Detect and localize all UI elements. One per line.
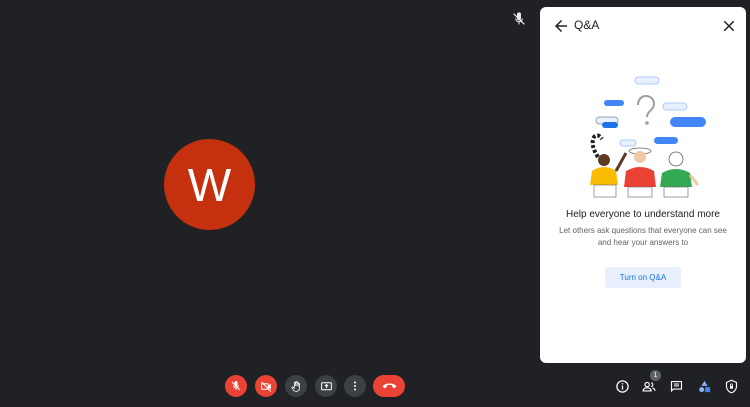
qa-illustration	[590, 76, 706, 198]
present-screen-button[interactable]	[315, 375, 337, 397]
host-controls-button[interactable]	[722, 377, 740, 395]
activities-button[interactable]	[695, 377, 713, 395]
back-arrow-icon[interactable]	[552, 17, 570, 35]
turn-on-qa-button[interactable]: Turn on Q&A	[605, 267, 681, 288]
avatar-initial: W	[187, 158, 232, 211]
chat-button[interactable]	[667, 377, 685, 395]
activities-icon	[698, 380, 710, 392]
help-description: Let others ask questions that everyone c…	[559, 226, 727, 247]
host-controls-icon	[725, 379, 737, 393]
mic-off-icon	[231, 381, 241, 391]
meeting-details-button[interactable]	[613, 377, 631, 395]
qa-panel: Q&A Help everyone to understand more Let…	[540, 7, 746, 363]
participant-avatar: W	[164, 139, 255, 230]
close-icon[interactable]	[720, 17, 738, 35]
mic-toggle-button[interactable]	[225, 375, 247, 397]
mic-muted-indicator-icon	[513, 12, 525, 25]
chat-icon	[670, 380, 682, 392]
people-count-badge: 1	[650, 370, 661, 381]
raise-hand-button[interactable]	[285, 375, 307, 397]
help-title: Help everyone to understand more	[566, 209, 720, 220]
info-icon	[615, 379, 629, 393]
panel-header: Q&A	[540, 7, 746, 43]
meeting-stage: W Q&A Help everyone to understand more L…	[0, 0, 750, 407]
more-vert-icon	[354, 381, 356, 391]
call-end-icon	[382, 383, 396, 389]
present-screen-icon	[320, 381, 332, 390]
hand-icon	[290, 380, 300, 392]
panel-title: Q&A	[574, 18, 600, 32]
camera-off-icon	[260, 381, 271, 392]
end-call-button[interactable]	[373, 375, 405, 397]
camera-toggle-button[interactable]	[255, 375, 277, 397]
more-options-button[interactable]	[344, 375, 366, 397]
